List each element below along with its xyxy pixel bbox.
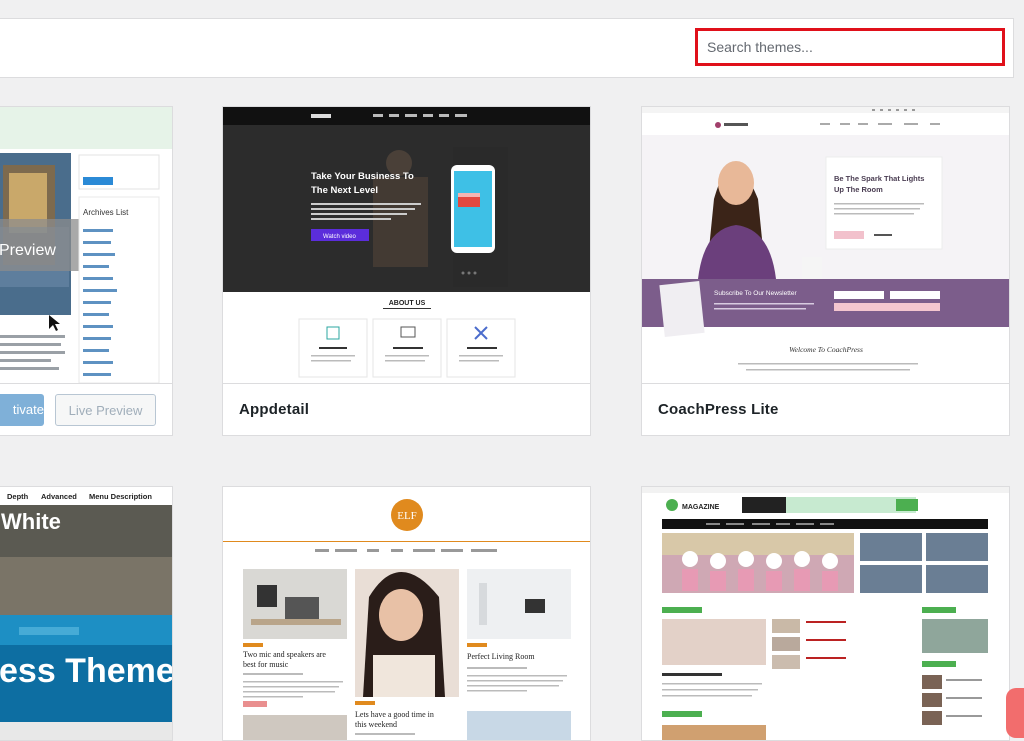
- hero-title-line2: The Next Level: [311, 185, 378, 196]
- hero-heading-line1: Be The Spark That Lights: [834, 174, 924, 183]
- preview-overlay-label[interactable]: Preview: [0, 242, 56, 259]
- theme-card[interactable]: Preview Archives List: [0, 106, 173, 436]
- theme-screenshot[interactable]: Preview Archives List: [0, 107, 172, 383]
- theme-screenshot[interactable]: Take Your Business To The Next Level Wat…: [223, 107, 590, 384]
- search-themes-input[interactable]: [698, 31, 1002, 63]
- theme-card-appdetail[interactable]: Take Your Business To The Next Level Wat…: [222, 106, 591, 436]
- feedback-tab[interactable]: [1006, 688, 1024, 738]
- welcome-heading: Welcome To CoachPress: [789, 345, 863, 354]
- activate-button[interactable]: tivate: [0, 394, 44, 426]
- theme-card-magazine[interactable]: MAGAZINE: [641, 486, 1010, 741]
- magazine-logo: MAGAZINE: [682, 504, 720, 511]
- sidebar-heading: Archives List: [83, 208, 129, 217]
- theme-screenshot[interactable]: Depth Advanced Menu Description White es…: [0, 487, 172, 740]
- theme-card-footer: Appdetail: [223, 383, 590, 435]
- theme-name: CoachPress Lite: [658, 401, 779, 418]
- about-us-heading: ABOUT US: [389, 300, 426, 307]
- theme-screenshot[interactable]: MAGAZINE: [642, 487, 1009, 740]
- hero-title-bottom: ess Theme: [0, 652, 172, 690]
- theme-screenshot[interactable]: Be The Spark That Lights Up The Room Sub…: [642, 107, 1009, 384]
- theme-card-elf[interactable]: ELF Two mic and speakers are best for mu…: [222, 486, 591, 741]
- theme-card-footer: CoachPress Lite: [642, 383, 1009, 435]
- elf-logo: ELF: [397, 510, 417, 522]
- post-title: Perfect Living Room: [467, 652, 535, 661]
- theme-card-coachpress-lite[interactable]: Be The Spark That Lights Up The Room Sub…: [641, 106, 1010, 436]
- menu-item: Advanced: [41, 492, 77, 501]
- hero-heading-line2: Up The Room: [834, 185, 883, 194]
- newsletter-heading: Subscribe To Our Newsletter: [714, 290, 797, 297]
- menu-item: Depth: [7, 492, 29, 501]
- menu-item: Menu Description: [89, 492, 152, 501]
- watch-video-button: Watch video: [323, 234, 356, 240]
- theme-card[interactable]: Depth Advanced Menu Description White es…: [0, 486, 173, 741]
- theme-screenshot[interactable]: ELF Two mic and speakers are best for mu…: [223, 487, 590, 740]
- live-preview-button[interactable]: Live Preview: [55, 394, 156, 426]
- hero-title-top: White: [1, 509, 61, 534]
- theme-name: Appdetail: [239, 401, 310, 418]
- hero-title-line1: Take Your Business To: [311, 171, 414, 182]
- search-themes-box[interactable]: [695, 28, 1005, 66]
